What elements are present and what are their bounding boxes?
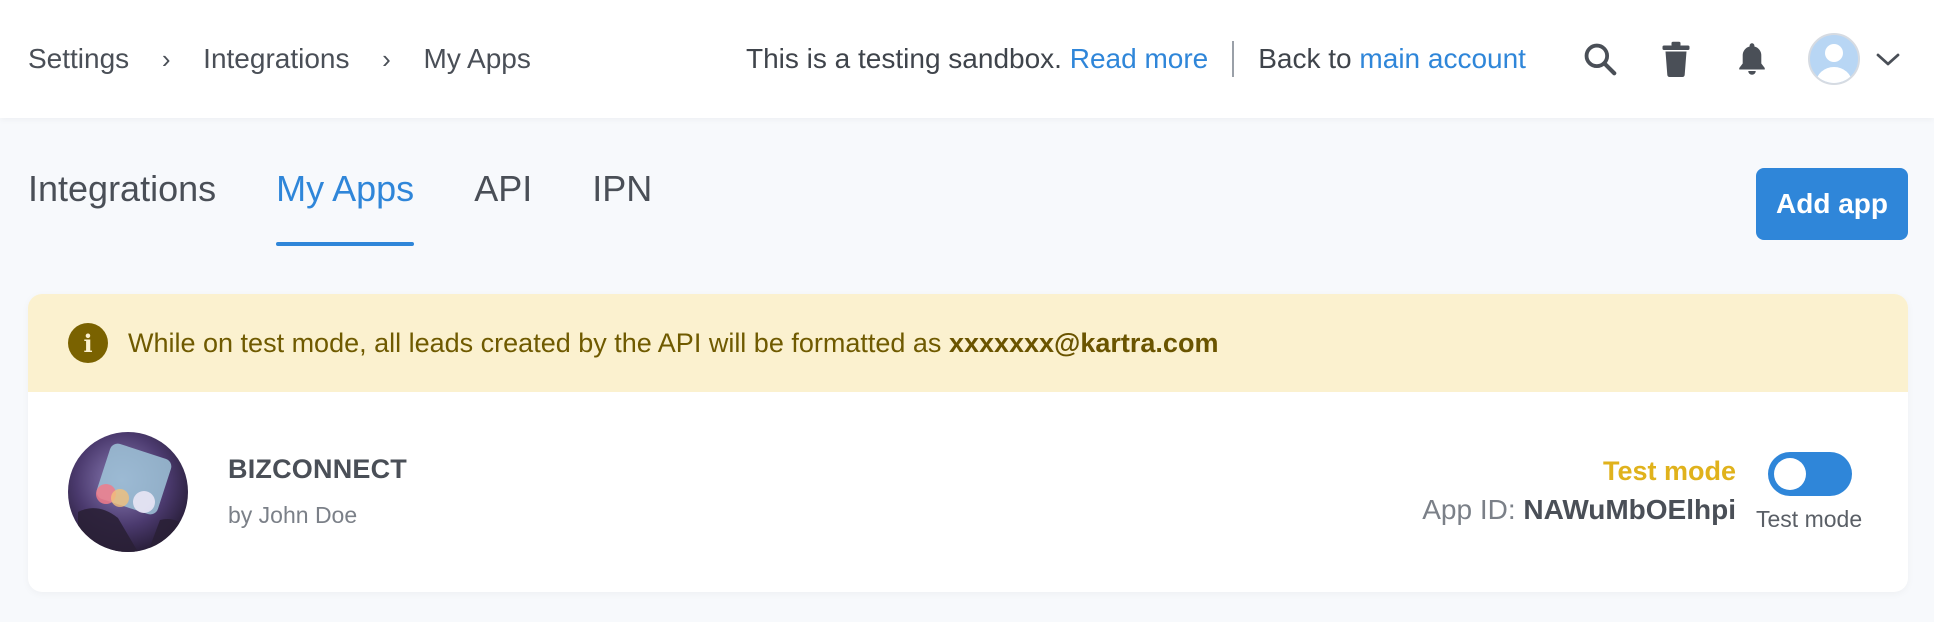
- add-app-button[interactable]: Add app: [1756, 168, 1908, 240]
- tab-ipn[interactable]: IPN: [592, 168, 652, 246]
- toggle-caption: Test mode: [1756, 506, 1863, 532]
- tab-api[interactable]: API: [474, 168, 532, 246]
- breadcrumb-integrations[interactable]: Integrations: [203, 43, 349, 75]
- toggle-knob: [1774, 458, 1806, 490]
- tab-bar: Integrations My Apps API IPN: [28, 168, 712, 246]
- main-account-link[interactable]: main account: [1359, 43, 1526, 75]
- test-mode-notice: i While on test mode, all leads created …: [28, 294, 1908, 392]
- app-name: BIZCONNECT: [228, 454, 407, 484]
- tab-my-apps[interactable]: My Apps: [276, 168, 415, 246]
- breadcrumb: Settings › Integrations › My Apps: [28, 0, 531, 118]
- sandbox-message: This is a testing sandbox.: [746, 43, 1062, 74]
- top-icons: [1580, 0, 1908, 118]
- trash-icon[interactable]: [1656, 39, 1696, 79]
- app-id-value: NAWuMbOElhpi: [1523, 494, 1736, 525]
- read-more-link[interactable]: Read more: [1070, 43, 1209, 75]
- bell-icon[interactable]: [1732, 39, 1772, 79]
- test-mode-status: Test mode: [1602, 456, 1736, 486]
- app-id-label: App ID:: [1422, 494, 1516, 525]
- tab-integrations[interactable]: Integrations: [28, 168, 216, 246]
- sandbox-notice: This is a testing sandbox. Read more Bac…: [746, 0, 1526, 118]
- app-id: App ID: NAWuMbOElhpi: [1422, 494, 1736, 526]
- info-icon: i: [68, 323, 108, 363]
- notice-email: xxxxxxx@kartra.com: [948, 327, 1219, 358]
- chevron-down-icon[interactable]: [1868, 39, 1908, 79]
- test-mode-toggle[interactable]: [1768, 452, 1852, 496]
- top-bar: Settings › Integrations › My Apps This i…: [0, 0, 1934, 118]
- app-thumbnail: [68, 432, 188, 552]
- breadcrumb-separator-icon: ›: [382, 43, 391, 74]
- notice-message: While on test mode, all leads created by…: [128, 327, 942, 358]
- breadcrumb-separator-icon: ›: [161, 43, 171, 74]
- back-to-label: Back to: [1258, 43, 1352, 74]
- app-author: by John Doe: [228, 502, 358, 528]
- app-row[interactable]: BIZCONNECT by John Doe Test mode App ID:…: [28, 392, 1908, 592]
- divider: [1232, 41, 1235, 77]
- notice-text: While on test mode, all leads created by…: [128, 328, 1218, 359]
- breadcrumb-settings[interactable]: Settings: [28, 43, 129, 75]
- search-icon[interactable]: [1580, 39, 1620, 79]
- apps-card: i While on test mode, all leads created …: [28, 294, 1908, 592]
- breadcrumb-my-apps: My Apps: [423, 43, 531, 74]
- avatar[interactable]: [1808, 33, 1860, 85]
